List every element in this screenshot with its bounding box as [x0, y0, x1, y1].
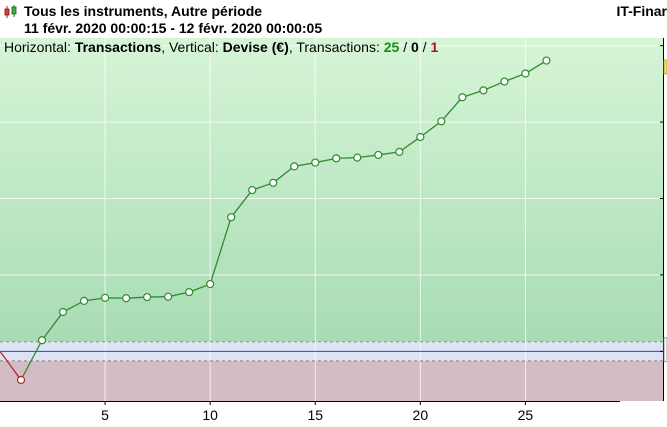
- horizontal-value: Transactions: [74, 39, 162, 55]
- equity-chart[interactable]: 5 10 15 20 25: [0, 38, 667, 427]
- data-point: [206, 279, 215, 289]
- data-point: [311, 158, 320, 167]
- loss-zone: [0, 360, 667, 401]
- data-point: [332, 154, 341, 163]
- data-point: [248, 185, 257, 195]
- title-bar: Tous les instruments, Autre période 11 f…: [0, 0, 667, 38]
- losing-count: 1: [430, 39, 439, 55]
- data-point: [164, 292, 173, 301]
- data-point: [58, 307, 68, 317]
- x-tick-label: 10: [202, 407, 218, 423]
- equity-chart-svg[interactable]: 5 10 15 20 25: [0, 38, 667, 427]
- data-point: [37, 336, 47, 345]
- count-separator: /: [418, 39, 431, 55]
- data-point: [290, 162, 299, 171]
- x-tick-label: 25: [518, 407, 534, 423]
- data-point: [16, 375, 26, 385]
- count-separator: /: [399, 39, 411, 55]
- data-point: [395, 147, 404, 156]
- data-point: [227, 213, 236, 222]
- profit-zone: [0, 38, 667, 342]
- data-point: [374, 150, 383, 160]
- neutral-count: 0: [411, 39, 419, 55]
- candlestick-chart-icon: [4, 5, 17, 18]
- vertical-value: Devise (€): [222, 39, 289, 55]
- winning-count: 25: [383, 39, 400, 55]
- chart-info-line: Horizontal: Transactions, Vertical: Devi…: [4, 39, 438, 55]
- window-title: Tous les instruments, Autre période: [24, 3, 263, 19]
- data-point: [122, 294, 131, 303]
- vertical-label: , Vertical:: [161, 39, 223, 55]
- data-point: [437, 117, 446, 126]
- horizontal-label: Horizontal:: [4, 39, 75, 55]
- data-point: [185, 288, 194, 297]
- data-point: [269, 178, 278, 187]
- data-point: [79, 296, 89, 305]
- period-range: 11 févr. 2020 00:00:15 - 12 févr. 2020 0…: [24, 20, 323, 36]
- x-axis-background: [0, 401, 667, 427]
- data-point: [479, 86, 488, 95]
- x-tick-label: 20: [413, 407, 429, 423]
- data-point: [353, 153, 362, 162]
- data-point: [500, 77, 509, 86]
- data-point: [458, 93, 467, 102]
- data-point: [521, 69, 530, 78]
- brand-name: IT-Finar: [616, 3, 667, 19]
- data-point: [542, 56, 551, 65]
- x-tick-label: 15: [307, 407, 323, 423]
- data-point: [143, 292, 152, 302]
- data-point: [416, 132, 425, 142]
- x-tick-label: 5: [101, 407, 109, 423]
- data-point: [100, 293, 110, 302]
- transactions-label: , Transactions:: [288, 39, 384, 55]
